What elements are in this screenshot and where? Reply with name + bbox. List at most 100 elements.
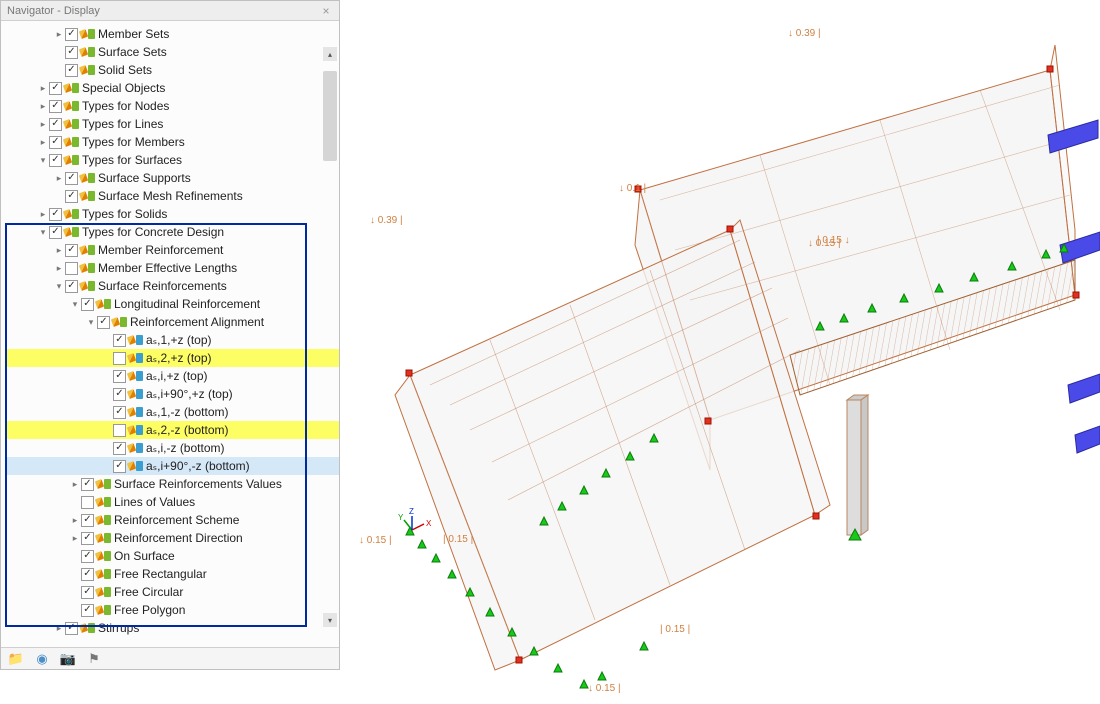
checkbox[interactable] xyxy=(113,388,126,401)
checkbox[interactable] xyxy=(49,82,62,95)
tree-row[interactable]: ▾Surface Reinforcements xyxy=(5,277,339,295)
checkbox[interactable] xyxy=(113,442,126,455)
checkbox[interactable] xyxy=(113,352,126,365)
checkbox[interactable] xyxy=(49,118,62,131)
checkbox[interactable] xyxy=(49,208,62,221)
tree-row[interactable]: ▾ Longitudinal Reinforcement xyxy=(5,295,339,313)
chevron-right-icon[interactable]: ▸ xyxy=(37,209,49,220)
scrollbar-thumb[interactable] xyxy=(323,71,337,161)
checkbox[interactable] xyxy=(65,190,78,203)
tree-row[interactable]: Free Rectangular xyxy=(5,565,339,583)
tree-row[interactable]: ▸Types for Nodes xyxy=(5,97,339,115)
svg-text:X: X xyxy=(426,519,432,528)
checkbox[interactable] xyxy=(81,568,94,581)
tree-row[interactable]: ▸Types for Members xyxy=(5,133,339,151)
tree-row[interactable]: ▾Types for Surfaces xyxy=(5,151,339,169)
checkbox[interactable] xyxy=(113,424,126,437)
tree-row[interactable]: aₛ,2,+z (top) xyxy=(5,349,339,367)
checkbox[interactable] xyxy=(65,64,78,77)
tree-item-label: Surface Reinforcements Values xyxy=(114,477,282,491)
tree-row[interactable]: ▸ Surface Reinforcements Values xyxy=(5,475,339,493)
checkbox[interactable] xyxy=(65,28,78,41)
chevron-down-icon[interactable]: ▾ xyxy=(37,155,49,166)
checkbox[interactable] xyxy=(113,406,126,419)
checkbox[interactable] xyxy=(65,262,78,275)
tree-row[interactable]: ▸Stirrups xyxy=(5,619,339,637)
chevron-down-icon[interactable]: ▾ xyxy=(53,281,65,292)
flag-icon[interactable]: ⚑ xyxy=(85,651,103,667)
checkbox[interactable] xyxy=(81,550,94,563)
tree-item-label: Longitudinal Reinforcement xyxy=(114,297,260,311)
tree-row[interactable]: aₛ,1,+z (top) xyxy=(5,331,339,349)
chevron-right-icon[interactable]: ▸ xyxy=(69,479,81,490)
checkbox[interactable] xyxy=(49,226,62,239)
checkbox[interactable] xyxy=(97,316,110,329)
tree-row[interactable]: aₛ,1,-z (bottom) xyxy=(5,403,339,421)
camera-icon[interactable]: 📷 xyxy=(59,651,77,667)
tree-row[interactable]: Free Polygon xyxy=(5,601,339,619)
checkbox[interactable] xyxy=(113,460,126,473)
checkbox[interactable] xyxy=(81,604,94,617)
chevron-right-icon[interactable]: ▸ xyxy=(37,137,49,148)
tree-row[interactable]: On Surface xyxy=(5,547,339,565)
close-icon[interactable]: × xyxy=(319,4,333,18)
tree-row[interactable]: ▾Types for Concrete Design xyxy=(5,223,339,241)
tree-row[interactable]: ▾ Reinforcement Alignment xyxy=(5,313,339,331)
scroll-down-icon[interactable]: ▾ xyxy=(323,613,337,627)
checkbox[interactable] xyxy=(81,532,94,545)
tree-row[interactable]: ▸Member Sets xyxy=(5,25,339,43)
tree-row[interactable]: Surface Sets xyxy=(5,43,339,61)
tree-row[interactable]: ▸Reinforcement Scheme xyxy=(5,511,339,529)
checkbox[interactable] xyxy=(81,478,94,491)
checkbox[interactable] xyxy=(49,154,62,167)
navigator-title: Navigator - Display xyxy=(7,5,100,17)
chevron-right-icon[interactable]: ▸ xyxy=(53,173,65,184)
tree-row[interactable]: aₛ,i+90°,+z (top) xyxy=(5,385,339,403)
chevron-right-icon[interactable]: ▸ xyxy=(53,623,65,634)
checkbox[interactable] xyxy=(81,496,94,509)
checkbox[interactable] xyxy=(113,334,126,347)
eye-icon[interactable]: ◉ xyxy=(33,651,51,667)
chevron-right-icon[interactable]: ▸ xyxy=(53,245,65,256)
tree-row[interactable]: aₛ,i,+z (top) xyxy=(5,367,339,385)
folder-icon[interactable]: 📁 xyxy=(7,651,25,667)
tree-row[interactable]: ▸Special Objects xyxy=(5,79,339,97)
chevron-down-icon[interactable]: ▾ xyxy=(37,227,49,238)
checkbox[interactable] xyxy=(65,172,78,185)
tree-row[interactable]: Lines of Values xyxy=(5,493,339,511)
checkbox[interactable] xyxy=(113,370,126,383)
chevron-right-icon[interactable]: ▸ xyxy=(53,29,65,40)
checkbox[interactable] xyxy=(65,280,78,293)
scroll-up-icon[interactable]: ▴ xyxy=(323,47,337,61)
chevron-right-icon[interactable]: ▸ xyxy=(69,533,81,544)
checkbox[interactable] xyxy=(49,100,62,113)
checkbox[interactable] xyxy=(65,46,78,59)
tree-row[interactable]: ▸Member Reinforcement xyxy=(5,241,339,259)
checkbox[interactable] xyxy=(81,514,94,527)
tree-row[interactable]: ▸Types for Solids xyxy=(5,205,339,223)
tree-row[interactable]: ▸Member Effective Lengths xyxy=(5,259,339,277)
chevron-down-icon[interactable]: ▾ xyxy=(85,317,97,328)
tree-item-label: Reinforcement Alignment xyxy=(130,315,264,329)
chevron-right-icon[interactable]: ▸ xyxy=(37,101,49,112)
chevron-right-icon[interactable]: ▸ xyxy=(37,119,49,130)
checkbox[interactable] xyxy=(65,244,78,257)
tree-row[interactable]: ▸Reinforcement Direction xyxy=(5,529,339,547)
tree-row[interactable]: Solid Sets xyxy=(5,61,339,79)
chevron-down-icon[interactable]: ▾ xyxy=(69,299,81,310)
checkbox[interactable] xyxy=(65,622,78,635)
checkbox[interactable] xyxy=(81,586,94,599)
tree-row[interactable]: Free Circular xyxy=(5,583,339,601)
viewport-3d[interactable]: X Y Z ↓ 0.39 | ↓ 0.39 | ↓ 0.1 | | 0.15 ↓… xyxy=(340,0,1100,704)
tree-row[interactable]: ▸Surface Supports xyxy=(5,169,339,187)
tree-row[interactable]: Surface Mesh Refinements xyxy=(5,187,339,205)
chevron-right-icon[interactable]: ▸ xyxy=(37,83,49,94)
checkbox[interactable] xyxy=(49,136,62,149)
tree-row[interactable]: aₛ,i,-z (bottom) xyxy=(5,439,339,457)
tree-row[interactable]: aₛ,2,-z (bottom) xyxy=(5,421,339,439)
chevron-right-icon[interactable]: ▸ xyxy=(53,263,65,274)
checkbox[interactable] xyxy=(81,298,94,311)
tree-row[interactable]: aₛ,i+90°,-z (bottom) xyxy=(5,457,339,475)
chevron-right-icon[interactable]: ▸ xyxy=(69,515,81,526)
tree-row[interactable]: ▸Types for Lines xyxy=(5,115,339,133)
